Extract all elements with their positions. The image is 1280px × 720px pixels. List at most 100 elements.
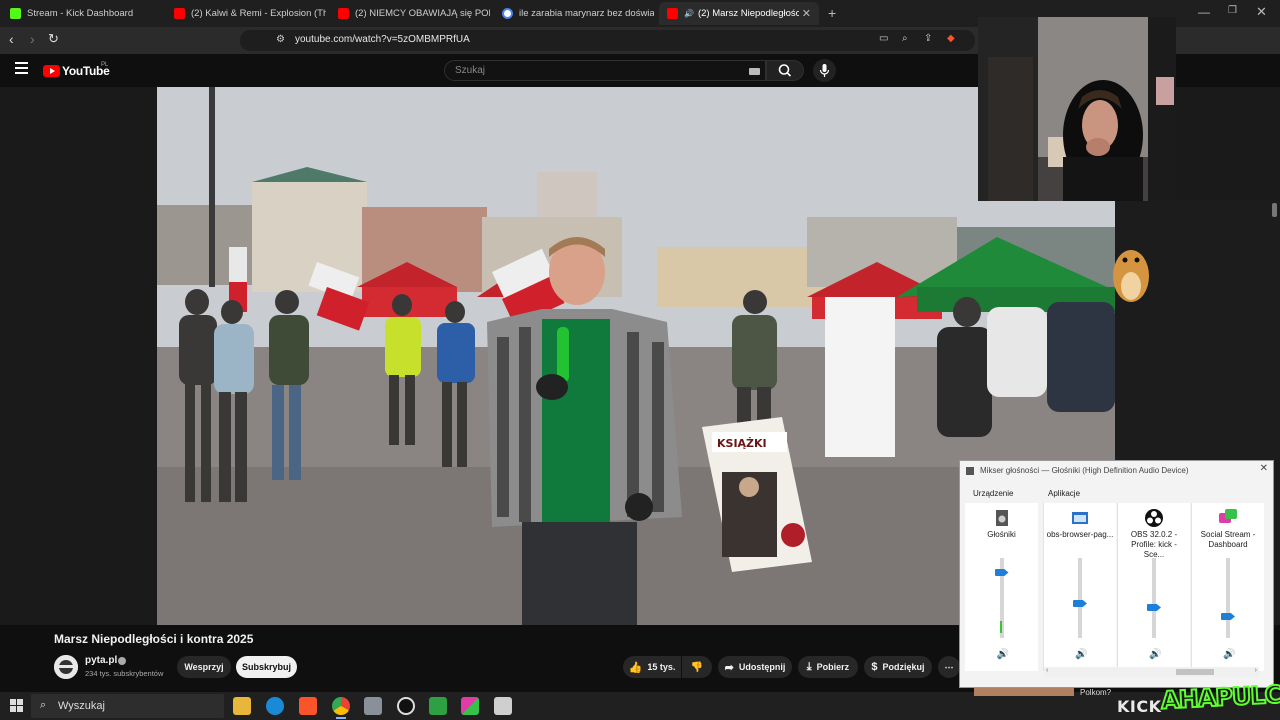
like-button[interactable]: 👍 15 tys. <box>623 656 681 678</box>
scrollbar-thumb[interactable] <box>1176 669 1214 675</box>
mixer-label: OBS 32.0.2 - Profile: kick - Sce... <box>1130 530 1178 559</box>
tab-title: (2) Kalwi & Remi - Explosion (Theo R <box>191 8 326 19</box>
mute-speaker-icon[interactable]: 🔊 <box>1149 649 1161 660</box>
channel-logo-icon <box>54 655 78 679</box>
tab-kick-dashboard[interactable]: Stream - Kick Dashboard <box>2 2 162 25</box>
mixer-label: obs-browser-pag... <box>1046 530 1114 539</box>
recommendation-title-peek[interactable]: Polkom? <box>1080 688 1111 697</box>
volume-slider-thumb[interactable] <box>1073 600 1087 607</box>
mute-speaker-icon[interactable]: 🔊 <box>997 649 1009 660</box>
more-actions-button[interactable]: ⋯ <box>938 656 960 678</box>
social-stream-taskbar-icon[interactable] <box>461 697 479 715</box>
shield-app-icon[interactable] <box>494 697 512 715</box>
obs-taskbar-icon[interactable] <box>397 697 415 715</box>
brave-icon[interactable] <box>299 697 317 715</box>
minimize-icon[interactable]: — <box>1198 5 1210 19</box>
kick-favicon-icon <box>10 8 21 19</box>
dislike-button[interactable]: 👎 <box>682 656 712 678</box>
scroll-left-icon[interactable]: ‹ <box>1046 667 1048 674</box>
youtube-header: YouTube PL Szukaj <box>0 54 980 87</box>
search-placeholder: Szukaj <box>455 65 486 76</box>
volume-slider-thumb[interactable] <box>1147 604 1161 611</box>
hamburger-menu-icon[interactable] <box>15 62 28 75</box>
edge-icon[interactable] <box>266 697 284 715</box>
file-explorer-icon[interactable] <box>233 697 251 715</box>
windows-start-icon[interactable] <box>10 699 23 712</box>
address-bar[interactable]: ⚙ youtube.com/watch?v=5zOMBMPRfUA <box>240 30 975 51</box>
zoom-icon[interactable]: ⌕ <box>902 33 908 44</box>
subscriber-count: 234 tys. subskrybentów <box>85 669 164 678</box>
support-button[interactable]: Wesprzyj <box>177 656 231 678</box>
channel-avatar[interactable] <box>54 655 78 679</box>
scroll-right-icon[interactable]: › <box>1255 667 1257 674</box>
speaker-device-icon[interactable] <box>992 508 1012 528</box>
support-label: Wesprzyj <box>184 662 224 672</box>
mixer-column-obs: OBS 32.0.2 - Profile: kick - Sce... 🔊 <box>1117 503 1190 671</box>
mute-speaker-icon[interactable]: 🔊 <box>1223 649 1235 660</box>
volume-slider-track[interactable] <box>1078 558 1082 638</box>
download-button[interactable]: ⤓ Pobierz <box>798 656 858 678</box>
tab-title: ile zarabia marynarz bez doświadczen <box>519 8 654 19</box>
share-button[interactable]: ➦ Udostępnij <box>718 656 792 678</box>
window-icon[interactable] <box>1070 508 1090 528</box>
volume-slider-thumb[interactable] <box>994 569 1009 576</box>
device-header: Urządzenie <box>973 489 1014 498</box>
youtube-favicon-icon <box>174 8 185 19</box>
youtube-favicon-icon <box>667 8 678 19</box>
subscribe-label: Subskrybuj <box>241 662 291 672</box>
mixer-label: Social Stream - Dashboard <box>1200 530 1256 549</box>
share-icon[interactable]: ⇪ <box>924 33 932 44</box>
share-arrow-icon: ➦ <box>724 661 734 674</box>
mixer-horizontal-scrollbar[interactable]: ‹ › <box>1044 667 1259 677</box>
reload-icon[interactable]: ↻ <box>48 31 59 47</box>
video-title: Marsz Niepodległości i kontra 2025 <box>54 632 254 646</box>
active-app-indicator <box>336 717 346 719</box>
sign-text: KSIĄŻKI <box>717 436 767 450</box>
more-horizontal-icon: ⋯ <box>944 661 954 672</box>
recommendation-thumbnail[interactable] <box>974 688 1074 696</box>
microphone-icon <box>819 64 830 77</box>
volume-slider-track[interactable] <box>1152 558 1156 638</box>
tab-kalwi-remi[interactable]: (2) Kalwi & Remi - Explosion (Theo R <box>166 2 326 25</box>
tab-title: (2) Marsz Niepodległości i ko <box>697 8 799 19</box>
keyboard-icon[interactable] <box>749 68 760 75</box>
kick-app-icon[interactable] <box>429 697 447 715</box>
tab-title: (2) NIEMCY OBAWIAJĄ się POLSKI, a <box>355 8 490 19</box>
tab-close-icon[interactable]: ✕ <box>802 7 811 20</box>
search-button[interactable] <box>766 60 804 81</box>
subscribe-button[interactable]: Subskrybuj <box>236 656 297 678</box>
taskbar-search-label: Wyszukaj <box>58 700 105 712</box>
cast-icon[interactable]: ▭ <box>879 33 888 44</box>
share-label: Udostępnij <box>738 662 786 672</box>
voice-search-button[interactable] <box>813 59 836 82</box>
social-stream-icon[interactable] <box>1218 508 1238 528</box>
chrome-icon[interactable] <box>332 697 350 715</box>
mute-speaker-icon[interactable]: 🔊 <box>1075 649 1087 660</box>
youtube-play-glyph-icon <box>50 68 55 74</box>
tab-marsz-active[interactable]: 🔊 (2) Marsz Niepodległości i ko ✕ <box>659 2 819 25</box>
volume-slider-track[interactable] <box>1226 558 1230 638</box>
back-icon[interactable]: ‹ <box>9 31 14 47</box>
search-icon: ⌕ <box>40 699 47 711</box>
volume-slider-thumb[interactable] <box>1221 613 1235 620</box>
maximize-icon[interactable]: ❐ <box>1228 5 1237 16</box>
google-favicon-icon <box>502 8 513 19</box>
mixer-title: Mikser głośności — Głośniki (High Defini… <box>980 466 1189 475</box>
new-tab-button[interactable]: + <box>828 5 836 21</box>
page-scrollbar-thumb[interactable] <box>1272 203 1277 217</box>
forward-icon[interactable]: › <box>30 31 35 47</box>
tab-marynarz[interactable]: ile zarabia marynarz bez doświadczen <box>494 2 654 25</box>
mixer-close-icon[interactable]: ✕ <box>1260 463 1268 474</box>
brave-shield-icon[interactable]: ◆ <box>947 33 955 44</box>
apps-header: Aplikacje <box>1048 489 1081 498</box>
tab-niemcy[interactable]: (2) NIEMCY OBAWIAJĄ się POLSKI, a <box>330 2 490 25</box>
obs-icon[interactable] <box>1144 508 1164 528</box>
site-info-icon[interactable]: ⚙ <box>276 34 285 45</box>
channel-name[interactable]: pyta.pl <box>85 655 117 666</box>
thanks-button[interactable]: $ Podziękuj <box>864 656 932 678</box>
search-input[interactable]: Szukaj <box>444 60 766 81</box>
close-window-icon[interactable]: ✕ <box>1256 4 1267 20</box>
taskbar-search-box[interactable]: ⌕ Wyszukaj <box>31 694 224 718</box>
youtube-favicon-icon <box>338 8 349 19</box>
app-icon-files[interactable] <box>364 697 382 715</box>
